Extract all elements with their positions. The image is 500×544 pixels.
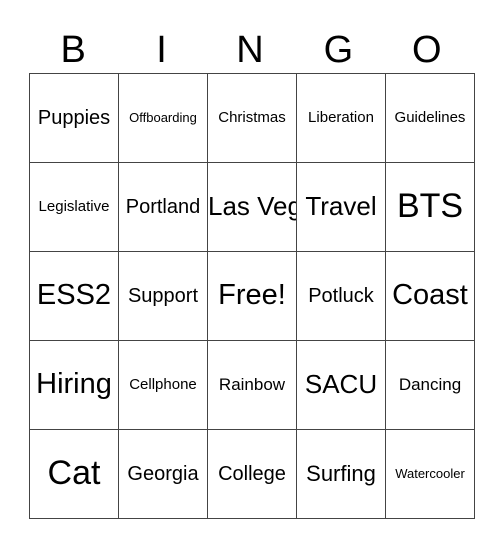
board-row: ESS2 Support Free! Potluck Coast	[29, 251, 475, 341]
bingo-cell[interactable]: Rainbow	[207, 340, 297, 430]
bingo-cell[interactable]: Support	[118, 251, 208, 341]
header-letter-o: O	[411, 29, 442, 71]
header-letter-b: B	[60, 29, 86, 71]
bingo-cell[interactable]: Coast	[385, 251, 475, 341]
header-letter-i: I	[156, 29, 167, 71]
bingo-cell[interactable]: Legislative	[29, 162, 119, 252]
bingo-cell[interactable]: Potluck	[296, 251, 386, 341]
bingo-header: B I N G O	[29, 28, 471, 72]
bingo-cell[interactable]: Offboarding	[118, 73, 208, 163]
bingo-cell[interactable]: ESS2	[29, 251, 119, 341]
board-row: Cat Georgia College Surfing Watercooler	[29, 429, 475, 519]
bingo-cell[interactable]: College	[207, 429, 297, 519]
bingo-cell[interactable]: Georgia	[118, 429, 208, 519]
bingo-cell[interactable]: Christmas	[207, 73, 297, 163]
bingo-cell[interactable]: BTS	[385, 162, 475, 252]
bingo-cell[interactable]: Cellphone	[118, 340, 208, 430]
board-row: Hiring Cellphone Rainbow SACU Dancing	[29, 340, 475, 430]
bingo-cell[interactable]: Dancing	[385, 340, 475, 430]
header-letter-g: G	[323, 29, 354, 71]
bingo-cell[interactable]: Guidelines	[385, 73, 475, 163]
bingo-cell[interactable]: Watercooler	[385, 429, 475, 519]
bingo-cell[interactable]: Cat	[29, 429, 119, 519]
bingo-cell[interactable]: Hiring	[29, 340, 119, 430]
bingo-cell[interactable]: Liberation	[296, 73, 386, 163]
bingo-cell[interactable]: Surfing	[296, 429, 386, 519]
bingo-cell[interactable]: Puppies	[29, 73, 119, 163]
bingo-cell[interactable]: SACU	[296, 340, 386, 430]
board-row: Legislative Portland Las Vegas Travel BT…	[29, 162, 475, 252]
header-letter-n: N	[236, 29, 264, 71]
board-row: Puppies Offboarding Christmas Liberation…	[29, 73, 475, 163]
bingo-cell[interactable]: Portland	[118, 162, 208, 252]
bingo-cell[interactable]: Travel	[296, 162, 386, 252]
bingo-board: Puppies Offboarding Christmas Liberation…	[29, 73, 475, 519]
free-space-cell[interactable]: Free!	[207, 251, 297, 341]
bingo-cell[interactable]: Las Vegas	[207, 162, 297, 252]
